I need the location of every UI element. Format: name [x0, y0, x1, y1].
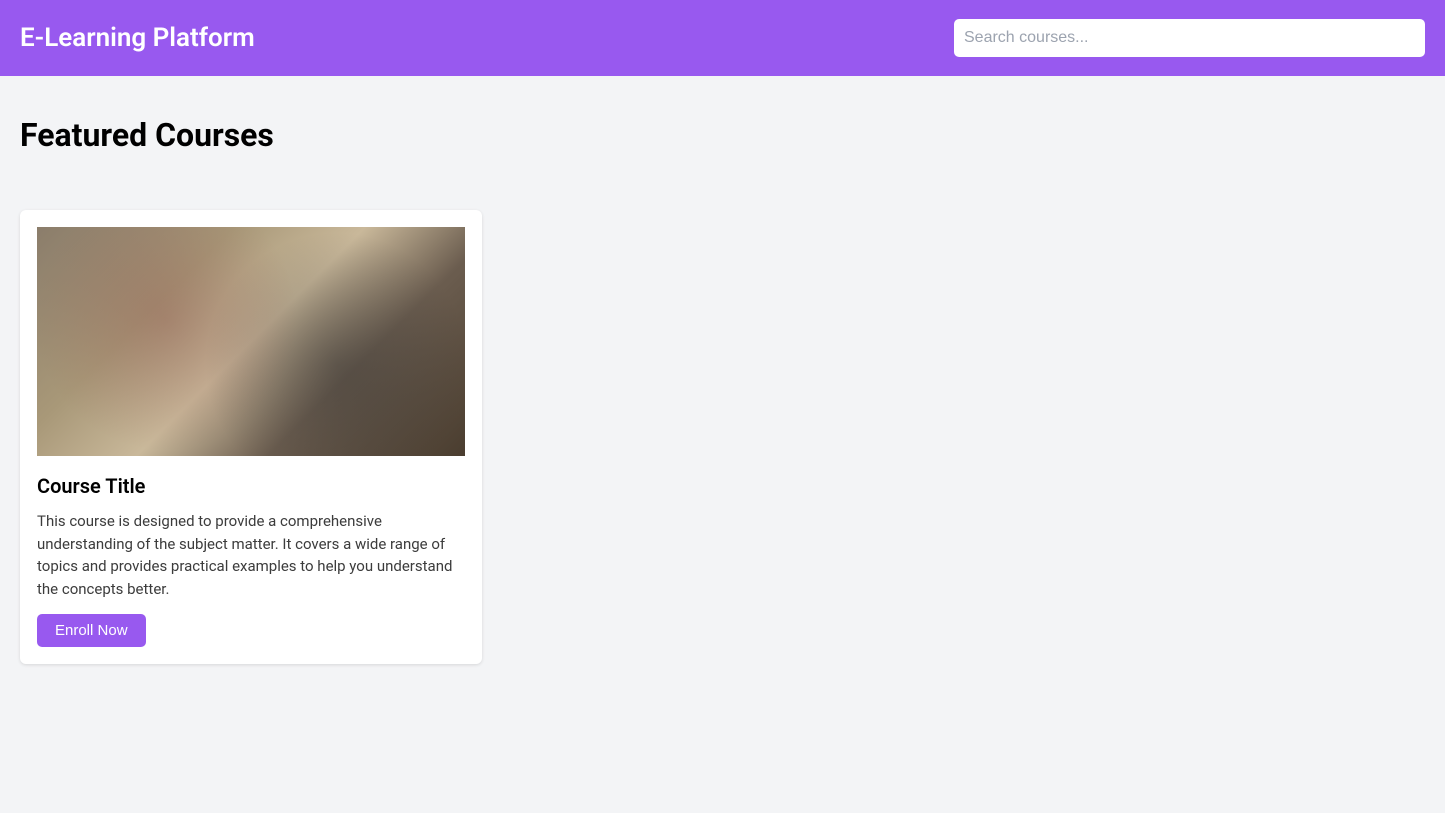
search-input[interactable]	[954, 19, 1425, 57]
header: E-Learning Platform	[0, 0, 1445, 76]
course-description: This course is designed to provide a com…	[37, 510, 465, 600]
enroll-button[interactable]: Enroll Now	[37, 614, 146, 647]
section-title: Featured Courses	[20, 116, 1425, 154]
header-title: E-Learning Platform	[20, 23, 255, 53]
main-content: Featured Courses Course Title This cours…	[0, 76, 1445, 704]
course-title: Course Title	[37, 474, 465, 498]
courses-grid: Course Title This course is designed to …	[20, 210, 1425, 664]
course-card: Course Title This course is designed to …	[20, 210, 482, 664]
course-image	[37, 227, 465, 456]
